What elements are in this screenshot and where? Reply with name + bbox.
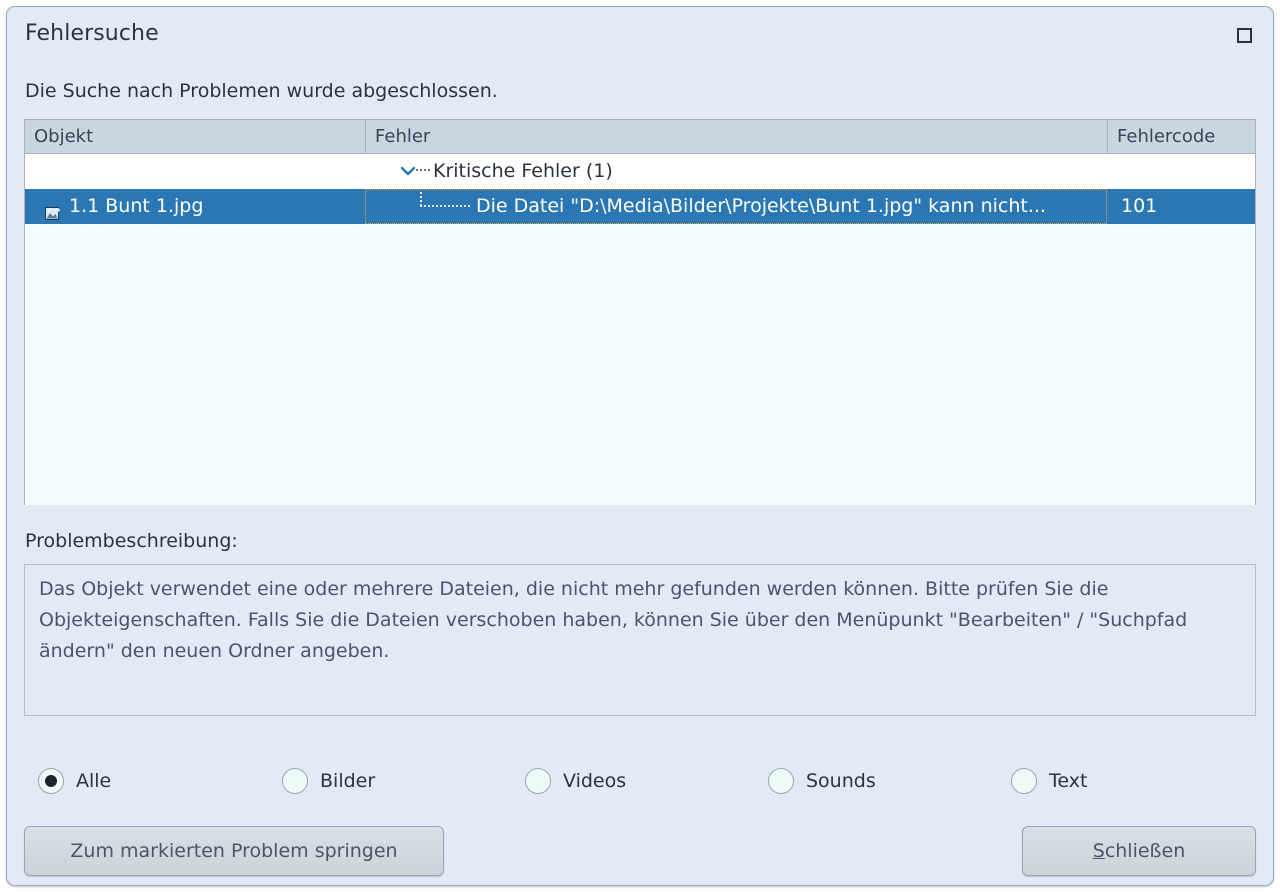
column-header-fehler[interactable]: Fehler: [365, 120, 1107, 153]
radio-label-text: Text: [1049, 753, 1087, 809]
tree-branch-horizontal-line: [420, 205, 470, 207]
close-button[interactable]: Schließen: [1022, 826, 1256, 876]
radio-label-bilder: Bilder: [320, 753, 375, 809]
radio-label-videos: Videos: [563, 753, 626, 809]
description-label: Problembeschreibung:: [25, 530, 238, 552]
row-file-name: 1.1 Bunt 1.jpg: [69, 189, 203, 224]
tree-group-row[interactable]: Kritische Fehler (1): [25, 154, 1255, 189]
radio-label-alle: Alle: [76, 753, 111, 809]
row-error-message: Die Datei "D:\Media\Bilder\Projekte\Bunt…: [476, 190, 1046, 223]
radio-label-sounds: Sounds: [806, 753, 876, 809]
error-result-list[interactable]: Objekt Fehler Fehlercode Kritische Fehle…: [24, 119, 1256, 505]
row-cell-fehler[interactable]: Die Datei "D:\Media\Bilder\Projekte\Bunt…: [365, 189, 1107, 224]
status-message: Die Suche nach Problemen wurde abgeschlo…: [25, 80, 498, 102]
radio-indicator-videos[interactable]: [525, 768, 551, 794]
row-cell-objekt[interactable]: 1.1 Bunt 1.jpg: [25, 189, 365, 224]
row-cell-fehlercode[interactable]: 101: [1107, 189, 1255, 224]
fehlersuche-dialog: Fehlersuche Die Suche nach Problemen wur…: [6, 6, 1274, 886]
maximize-square-icon: [1237, 28, 1252, 43]
close-button-accelerator: S: [1093, 840, 1105, 862]
radio-indicator-text[interactable]: [1011, 768, 1037, 794]
group-cell: Kritische Fehler (1): [365, 154, 1107, 189]
title-bar: Fehlersuche: [7, 7, 1273, 63]
image-file-icon: [45, 199, 62, 214]
chevron-down-icon[interactable]: [401, 166, 415, 176]
tree-connector-line: [416, 169, 430, 173]
maximize-button[interactable]: [1231, 22, 1259, 50]
window-title: Fehlersuche: [25, 21, 159, 46]
radio-indicator-sounds[interactable]: [768, 768, 794, 794]
radio-indicator-alle[interactable]: [38, 768, 64, 794]
list-header-row: Objekt Fehler Fehlercode: [25, 120, 1255, 154]
table-row[interactable]: 1.1 Bunt 1.jpg Die Datei "D:\Media\Bilde…: [25, 189, 1255, 224]
group-label: Kritische Fehler (1): [433, 154, 613, 189]
tree-branch-vertical-line: [420, 189, 422, 206]
close-button-label-rest: chließen: [1105, 840, 1185, 862]
list-body: Kritische Fehler (1) 1.1 Bunt 1.jpg: [25, 154, 1255, 505]
column-header-fehlercode[interactable]: Fehlercode: [1107, 120, 1255, 153]
filter-radio-group: Alle Bilder Videos Sounds Text: [24, 753, 1256, 809]
column-header-objekt[interactable]: Objekt: [25, 120, 365, 153]
jump-to-problem-button[interactable]: Zum markierten Problem springen: [24, 826, 444, 876]
radio-indicator-bilder[interactable]: [282, 768, 308, 794]
description-text-area[interactable]: Das Objekt verwendet eine oder mehrere D…: [24, 564, 1256, 716]
